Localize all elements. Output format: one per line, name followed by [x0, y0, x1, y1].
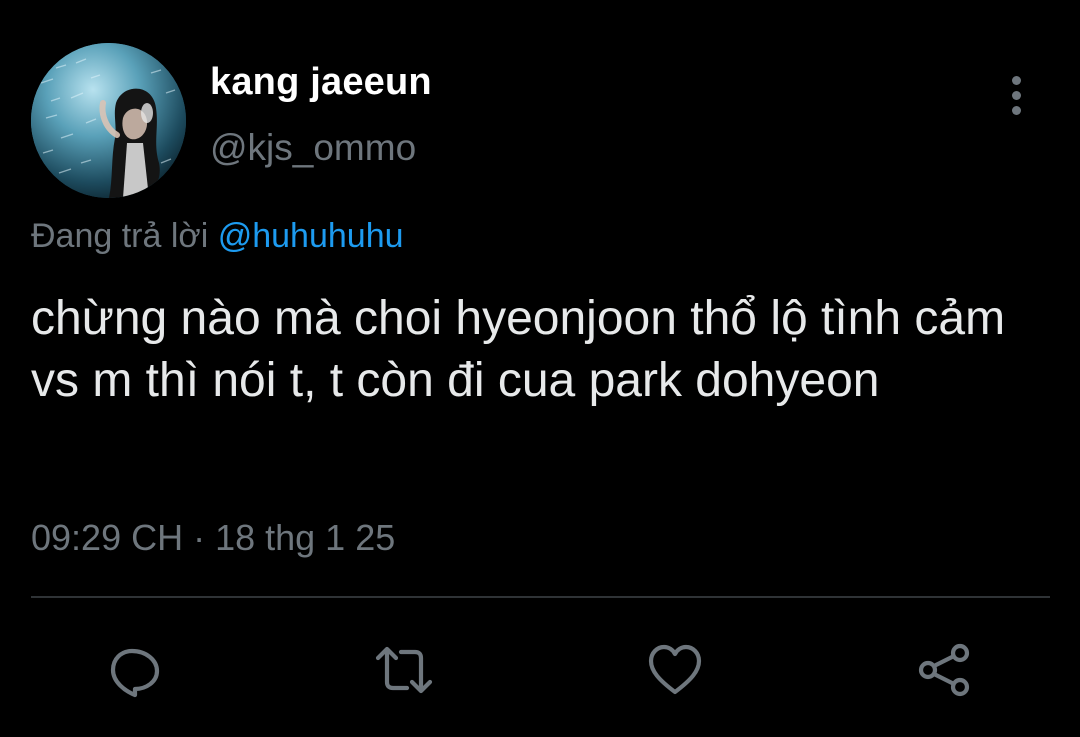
retweet-button[interactable]	[372, 638, 436, 702]
share-icon	[918, 643, 970, 697]
retweet-icon	[375, 646, 433, 694]
replying-to: Đang trả lời @huhuhuhu	[31, 214, 404, 258]
more-vertical-icon	[1011, 75, 1021, 85]
avatar-image	[31, 43, 186, 198]
user-handle[interactable]: @kjs_ommo	[210, 126, 416, 170]
more-vertical-icon-dot	[1011, 105, 1021, 115]
tweet-text: chừng nào mà choi hyeonjoon thổ lộ tình …	[31, 292, 1006, 407]
tweet-timestamp[interactable]: 09:29 CH · 18 thg 1 25	[31, 516, 395, 560]
avatar[interactable]	[31, 43, 186, 198]
tweet-detail: kang jaeeun @kjs_ommo Đang trả lời @huhu…	[0, 0, 1080, 737]
more-vertical-icon-dot	[1011, 90, 1021, 100]
reply-button[interactable]	[103, 638, 167, 702]
like-button[interactable]	[643, 638, 707, 702]
reply-icon	[110, 648, 160, 698]
replying-to-mention[interactable]: @huhuhuhu	[218, 217, 404, 255]
display-name[interactable]: kang jaeeun	[210, 60, 432, 104]
share-button[interactable]	[913, 638, 977, 702]
replying-to-label: Đang trả lời	[31, 217, 209, 255]
more-options-button[interactable]	[996, 70, 1036, 120]
heart-icon	[648, 644, 702, 695]
divider	[31, 596, 1050, 598]
